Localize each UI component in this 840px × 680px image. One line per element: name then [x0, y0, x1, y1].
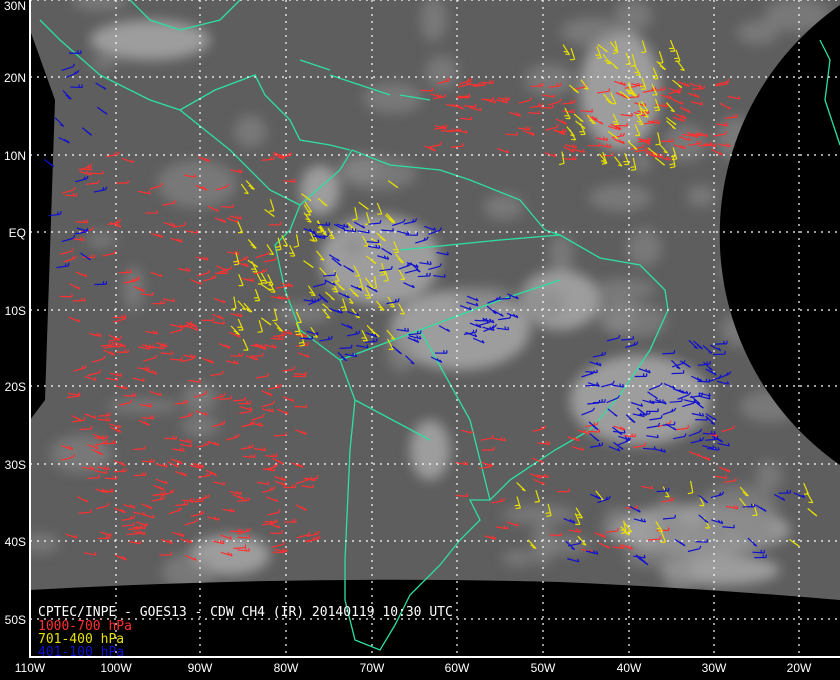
map-title: CPTEC/INPE - GOES13 - CDW CH4 (IR) 20140… — [38, 605, 453, 620]
legend-high-level: 401-100 hPa — [38, 645, 124, 660]
latitude-label: 40S — [5, 535, 26, 549]
longitude-label: 30W — [702, 661, 727, 675]
latitude-label: 10N — [4, 149, 26, 163]
latitude-label: 50S — [5, 613, 26, 627]
longitude-label: 40W — [617, 661, 642, 675]
longitude-label: 90W — [188, 661, 213, 675]
longitude-label: 110W — [15, 661, 46, 675]
latitude-label: 20N — [4, 71, 26, 85]
latitude-label: 30S — [5, 458, 26, 472]
latitude-label: 20S — [5, 380, 26, 394]
longitude-label: 80W — [274, 661, 299, 675]
longitude-label: 100W — [100, 661, 132, 675]
longitude-label: 60W — [445, 661, 470, 675]
satellite-image — [30, 0, 840, 600]
latitude-label: 30N — [4, 0, 26, 13]
longitude-label: 50W — [531, 661, 556, 675]
latitude-label: EQ — [9, 226, 26, 240]
latitude-label: 10S — [5, 304, 26, 318]
longitude-label: 20W — [787, 661, 812, 675]
longitude-label: 70W — [360, 661, 385, 675]
satellite-wind-map: 30N 20N 10N EQ 10S 20S 30S 40S 50S 110W 100W 90W 80… — [0, 0, 840, 680]
